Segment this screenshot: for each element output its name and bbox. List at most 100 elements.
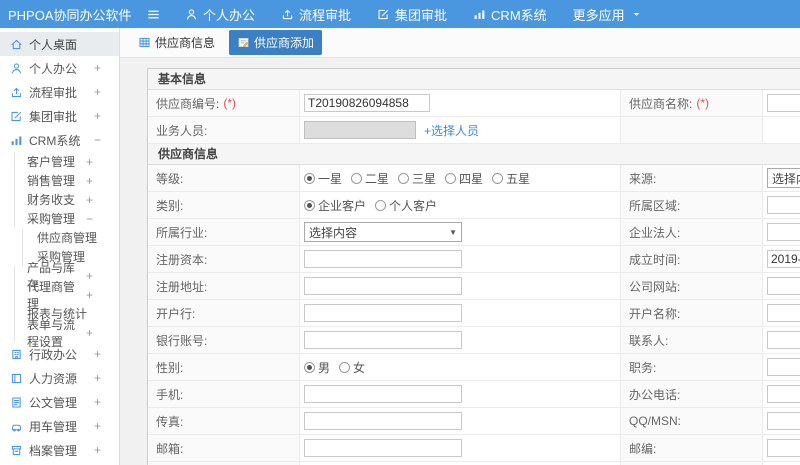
radio-option[interactable]: 女 (339, 359, 365, 376)
expand-plus-icon[interactable]: + (86, 155, 93, 169)
radio-label: 个人客户 (389, 198, 438, 213)
sidebar-item-17[interactable]: 公文管理 + (0, 390, 119, 414)
field-cell (300, 300, 620, 326)
radio-option[interactable]: 四星 (445, 170, 483, 187)
collapse-minus-icon[interactable]: − (86, 212, 93, 226)
radio-option[interactable]: 二星 (351, 170, 389, 187)
sidebar-item-16[interactable]: 人力资源 + (0, 366, 119, 390)
radio-selected-icon[interactable] (304, 199, 315, 211)
form-row: 类别: 企业客户 个人客户 所属区域: (148, 192, 800, 219)
expand-plus-icon[interactable]: + (94, 347, 101, 361)
topnav-item-1[interactable]: 流程审批 (281, 5, 351, 24)
text-input[interactable] (304, 250, 462, 268)
sidebar-item-1[interactable]: 个人办公 + (0, 56, 119, 80)
expand-plus-icon[interactable]: + (86, 193, 93, 207)
radio-icon[interactable] (339, 361, 351, 373)
select-box[interactable]: 选择内容▼ (304, 222, 462, 242)
radio-option[interactable]: 三星 (398, 170, 436, 187)
expand-plus-icon[interactable]: + (94, 419, 101, 433)
sidebar-item-19[interactable]: 档案管理 + (0, 438, 119, 462)
text-input[interactable] (304, 304, 462, 322)
text-input[interactable] (304, 439, 462, 457)
sidebar-item-12[interactable]: 代理商管理 + (14, 280, 119, 311)
radio-option[interactable]: 一星 (304, 170, 342, 187)
expand-plus-icon[interactable]: + (86, 326, 93, 340)
radio-option[interactable]: 个人客户 (375, 197, 437, 214)
text-input[interactable] (767, 385, 800, 403)
text-input[interactable] (304, 385, 462, 403)
sidebar-item-3[interactable]: 集团审批 + (0, 104, 119, 128)
field-cell (763, 354, 800, 380)
sidebar-item-9[interactable]: 供应商管理 (22, 228, 119, 247)
topnav-item-0[interactable]: 个人办公 (185, 5, 255, 24)
text-input[interactable] (767, 94, 800, 112)
expand-plus-icon[interactable]: + (94, 395, 101, 409)
radio-icon[interactable] (398, 172, 410, 184)
radio-icon[interactable] (375, 199, 387, 211)
form-row: 所属行业: 选择内容 ▼ 企业法人: (148, 219, 800, 246)
topnav-item-label: 流程审批 (299, 7, 352, 23)
expand-plus-icon[interactable]: + (86, 288, 93, 302)
text-input[interactable] (767, 304, 800, 322)
top-bar: PHPOA协同办公软件 个人办公 流程审批 集团审批 CRM系统 更多应用 (0, 0, 800, 28)
expand-plus-icon[interactable]: + (94, 85, 101, 99)
select-box[interactable]: 选择内容▼ (767, 168, 800, 188)
sidebar-item-label: 个人桌面 (29, 37, 78, 52)
topnav-item-4[interactable]: 更多应用 (573, 5, 641, 24)
edit-icon (10, 110, 23, 123)
car-icon (10, 420, 23, 433)
text-input[interactable] (767, 331, 800, 349)
collapse-minus-icon[interactable]: − (94, 133, 101, 147)
radio-icon[interactable] (351, 172, 363, 184)
sidebar-item-7[interactable]: 财务收支 + (14, 190, 119, 209)
sidebar-item-18[interactable]: 用车管理 + (0, 414, 119, 438)
sidebar-item-8[interactable]: 采购管理 − (14, 209, 119, 228)
text-input[interactable] (304, 331, 462, 349)
radio-selected-icon[interactable] (304, 172, 315, 184)
person-picker-input[interactable] (304, 121, 416, 139)
sidebar-item-6[interactable]: 销售管理 + (14, 171, 119, 190)
field-cell (763, 192, 800, 218)
sidebar-item-14[interactable]: 表单与流程设置 + (14, 318, 119, 349)
select-value: 选择内容 (772, 171, 800, 186)
expand-plus-icon[interactable]: + (86, 174, 93, 188)
expand-plus-icon[interactable]: + (86, 269, 93, 283)
hamburger-menu-button[interactable] (146, 7, 161, 22)
expand-plus-icon[interactable]: + (94, 371, 101, 385)
field-label-cell: 公司网站: (620, 273, 763, 299)
sidebar-item-0[interactable]: 个人桌面 (0, 32, 119, 56)
tab-1[interactable]: 供应商添加 (229, 30, 323, 55)
expand-plus-icon[interactable]: + (94, 109, 101, 123)
required-marker: (*) (696, 96, 710, 110)
choose-person-link[interactable]: +选择人员 (424, 122, 479, 139)
radio-option[interactable]: 五星 (492, 170, 530, 187)
text-input[interactable] (304, 412, 462, 430)
sidebar-item-5[interactable]: 客户管理 + (14, 152, 119, 171)
text-input[interactable] (767, 250, 800, 268)
text-input[interactable] (304, 277, 462, 295)
radio-selected-icon[interactable] (304, 361, 315, 373)
topnav-item-3[interactable]: CRM系统 (473, 5, 547, 24)
field-label: 所属行业: (156, 225, 208, 240)
text-input[interactable] (767, 358, 800, 376)
radio-icon[interactable] (492, 172, 504, 184)
radio-icon[interactable] (445, 172, 457, 184)
sidebar-item-2[interactable]: 流程审批 + (0, 80, 119, 104)
radio-option[interactable]: 企业客户 (304, 197, 366, 214)
radio-option[interactable]: 男 (304, 359, 330, 376)
expand-plus-icon[interactable]: + (94, 61, 101, 75)
text-input[interactable] (767, 412, 800, 430)
supplier-add-form: 基本信息供应商编号:(*)供应商名称:(*)业务人员:+选择人员供应商信息等级:… (147, 68, 800, 465)
sidebar-item-15[interactable]: 行政办公 + (0, 342, 119, 366)
text-input[interactable] (304, 94, 430, 112)
app-logo: PHPOA协同办公软件 (8, 7, 132, 23)
topnav-item-2[interactable]: 集团审批 (377, 5, 447, 24)
field-label-cell (620, 117, 763, 143)
expand-plus-icon[interactable]: + (94, 443, 101, 457)
text-input[interactable] (767, 439, 800, 457)
text-input[interactable] (767, 196, 800, 214)
text-input[interactable] (767, 223, 800, 241)
text-input[interactable] (767, 277, 800, 295)
tab-0[interactable]: 供应商信息 (130, 30, 223, 55)
sidebar-item-4[interactable]: CRM系统 − (0, 128, 119, 152)
